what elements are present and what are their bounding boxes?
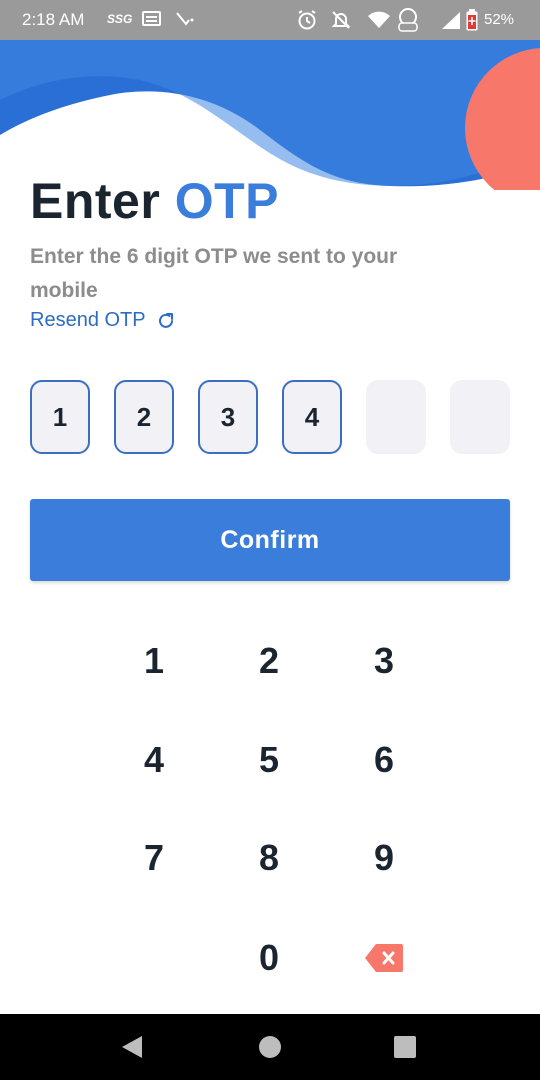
confirm-button[interactable]: Confirm — [30, 499, 510, 581]
key-3[interactable]: 3 — [326, 612, 442, 710]
backspace-icon — [365, 944, 403, 972]
status-bar: 2:18 AM SSG 52% — [0, 0, 540, 40]
title-enter: Enter — [30, 173, 161, 229]
key-0[interactable]: 0 — [211, 909, 327, 1007]
wifi-icon — [368, 11, 390, 28]
recents-icon — [394, 1036, 416, 1058]
carrier-label: SSG — [107, 12, 133, 26]
otp-digit-box[interactable]: 3 — [198, 380, 258, 454]
missed-call-icon — [176, 12, 194, 26]
subtitle: Enter the 6 digit OTP we sent to your mo… — [30, 245, 398, 302]
page-title: Enter OTP — [30, 172, 279, 230]
gallery-notification-icon — [142, 11, 161, 26]
key-2[interactable]: 2 — [211, 612, 327, 710]
key-4[interactable]: 4 — [96, 711, 212, 809]
key-6[interactable]: 6 — [326, 711, 442, 809]
home-icon — [259, 1036, 281, 1058]
resend-otp-link[interactable]: Resend OTP — [30, 309, 176, 332]
header-wave-decoration — [0, 40, 540, 190]
battery-icon — [466, 9, 478, 31]
system-nav-bar — [0, 1014, 540, 1080]
otp-digit-box[interactable]: 1 — [30, 380, 90, 454]
key-9[interactable]: 9 — [326, 809, 442, 907]
otp-digit-box-empty[interactable] — [366, 380, 426, 454]
key-7[interactable]: 7 — [96, 809, 212, 907]
title-otp: OTP — [174, 173, 280, 229]
nav-recents-button[interactable] — [365, 1014, 445, 1080]
back-icon — [122, 1036, 142, 1058]
numeric-keypad: 1 2 3 4 5 6 7 8 9 0 — [96, 612, 442, 1008]
backspace-key[interactable] — [326, 909, 442, 1007]
nav-back-button[interactable] — [92, 1014, 172, 1080]
mute-icon — [331, 11, 351, 29]
volte-icon — [398, 8, 418, 32]
key-8[interactable]: 8 — [211, 809, 327, 907]
signal-icon — [442, 12, 460, 29]
battery-percent: 52% — [484, 11, 515, 28]
otp-digit-box[interactable]: 4 — [282, 380, 342, 454]
key-5[interactable]: 5 — [211, 711, 327, 809]
status-time: 2:18 AM — [22, 10, 85, 29]
resend-otp-label: Resend OTP — [30, 309, 146, 331]
refresh-icon — [158, 312, 173, 328]
key-1[interactable]: 1 — [96, 612, 212, 710]
nav-home-button[interactable] — [230, 1014, 310, 1080]
otp-digit-box-empty[interactable] — [450, 380, 510, 454]
alarm-icon — [298, 10, 316, 30]
otp-digit-box[interactable]: 2 — [114, 380, 174, 454]
otp-input-row: 1 2 3 4 — [30, 380, 510, 454]
